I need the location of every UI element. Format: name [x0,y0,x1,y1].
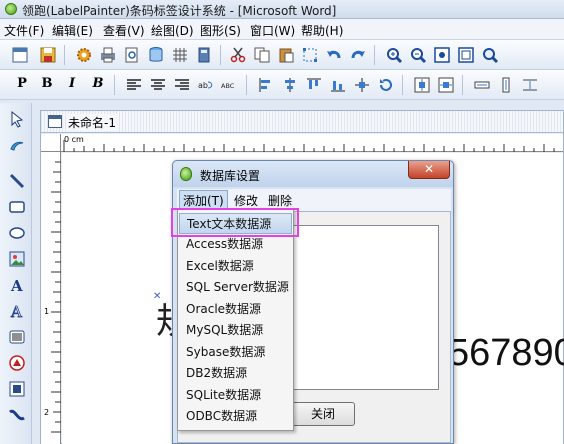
select-area-icon[interactable] [300,45,320,65]
menu-shape[interactable]: 图形(S) [200,22,241,39]
menu-item-oracle-source[interactable]: Oracle数据源 [179,299,292,320]
same-height-icon[interactable] [496,75,516,95]
cut-icon[interactable] [228,45,248,65]
datasource-list[interactable] [293,225,439,390]
line-icon[interactable] [7,171,27,191]
canvas-number-object[interactable]: 567890 [448,332,564,375]
menu-item-sybase-source[interactable]: Sybase数据源 [179,342,292,363]
copy-icon[interactable] [252,45,272,65]
zoom-in-icon[interactable] [384,45,404,65]
print-preview-icon[interactable] [122,45,142,65]
vertical-ruler-label-1: 1 [44,307,50,316]
curve-icon[interactable] [7,405,27,425]
dialog-menu-edit[interactable]: 修改 [234,192,258,209]
drawing-toolbox: A A [0,103,32,444]
menu-item-mysql-source[interactable]: MySQL数据源 [179,320,292,341]
menu-edit[interactable]: 编辑(E) [52,22,93,39]
center-vertical-icon[interactable] [436,75,456,95]
close-button[interactable]: 关闭 [291,402,355,426]
menu-item-odbc-source[interactable]: ODBC数据源 [179,406,292,427]
document-title: 未命名-1 [68,114,119,131]
barcode-icon[interactable] [7,327,27,347]
menu-bar: 文件(F) 编辑(E) 查看(V) 绘图(D) 图形(S) 窗口(W) 帮助(H… [0,19,564,40]
align-objects-top-icon[interactable] [304,75,324,95]
svg-text:ab: ab [198,81,208,90]
qrcode-icon[interactable] [7,353,27,373]
dialog-close-icon[interactable]: ✕ [408,161,450,179]
svg-text:A: A [10,277,23,294]
menu-help[interactable]: 帮助(H) [301,22,343,39]
dialog-app-icon [180,167,192,181]
save-icon[interactable] [38,45,58,65]
paste-icon[interactable] [276,45,296,65]
horizontal-ruler [61,134,563,152]
align-right-icon[interactable] [172,75,192,95]
italic-button[interactable]: I [62,76,82,94]
svg-text:A: A [10,303,22,320]
title-bar: 领跑(LabelPainter)条码标签设计系统 - [Microsoft Wo… [0,0,564,19]
add-datasource-menu: Text文本数据源 Access数据源 Excel数据源 SQL Server数… [177,209,294,431]
word-wrap-icon[interactable]: ab [196,75,216,95]
ellipse-icon[interactable] [7,223,27,243]
menu-draw[interactable]: 绘图(D) [151,22,194,39]
redo-icon[interactable] [348,45,368,65]
rounded-rectangle-icon[interactable] [7,197,27,217]
rotate-icon[interactable] [376,75,396,95]
document-tab[interactable]: 未命名-1 [41,111,563,133]
center-horizontal-icon[interactable] [412,75,432,95]
menu-file[interactable]: 文件(F) [4,22,44,39]
distribute-icon[interactable] [352,75,372,95]
highlight-frame [171,208,299,237]
ruler-corner [41,134,61,152]
vertical-ruler-label-2: 2 [44,408,50,417]
paragraph-button[interactable]: P [12,76,32,94]
vertical-ruler [41,152,61,444]
dialog-title-bar[interactable]: 数据库设置 ✕ [173,161,453,187]
same-width-icon[interactable] [472,75,492,95]
bold-italic-button[interactable]: B [88,76,108,94]
menu-item-sqlite-source[interactable]: SQLite数据源 [179,385,292,406]
image-icon[interactable] [7,249,27,269]
dialog-menu-delete[interactable]: 删除 [268,192,292,209]
main-toolbar [0,40,564,70]
text-outline-icon[interactable]: A [7,301,27,321]
menu-item-sqlserver-source[interactable]: SQL Server数据源 [179,277,292,298]
align-center-icon[interactable] [148,75,168,95]
database-icon[interactable] [146,45,166,65]
svg-text:ABC: ABC [221,82,235,90]
align-objects-bottom-icon[interactable] [328,75,348,95]
menu-window[interactable]: 窗口(W) [250,22,295,39]
zoom-page-icon[interactable] [456,45,476,65]
align-objects-center-icon[interactable] [280,75,300,95]
menu-item-excel-source[interactable]: Excel数据源 [179,256,292,277]
menu-view[interactable]: 查看(V) [103,22,145,39]
zoom-out-icon[interactable] [408,45,428,65]
bold-button[interactable]: B [37,76,57,94]
document-icon [48,115,62,128]
menu-item-access-source[interactable]: Access数据源 [179,234,292,255]
menu-item-db2-source[interactable]: DB2数据源 [179,363,292,384]
calculator-icon[interactable] [194,45,214,65]
undo-icon[interactable] [324,45,344,65]
window-title: 领跑(LabelPainter)条码标签设计系统 - [Microsoft Wo… [22,4,337,18]
spacing-icon[interactable] [520,75,540,95]
settings-gear-icon[interactable] [74,45,94,65]
letter-case-icon[interactable]: ABC [220,75,240,95]
app-logo-icon [5,3,17,15]
zoom-magnifier-icon[interactable] [480,45,500,65]
new-document-icon[interactable] [10,45,30,65]
grid-icon[interactable] [170,45,190,65]
dialog-title: 数据库设置 [200,169,261,183]
zoom-fit-icon[interactable] [432,45,452,65]
align-objects-left-icon[interactable] [256,75,276,95]
shape-icon[interactable] [7,379,27,399]
format-toolbar: P B I B ab ABC [0,70,564,100]
ruler-zero-label: 0 cm [64,135,84,144]
text-icon[interactable]: A [7,275,27,295]
pointer-icon[interactable] [7,109,27,129]
pan-icon[interactable] [7,135,27,155]
align-left-icon[interactable] [124,75,144,95]
print-icon[interactable] [98,45,118,65]
